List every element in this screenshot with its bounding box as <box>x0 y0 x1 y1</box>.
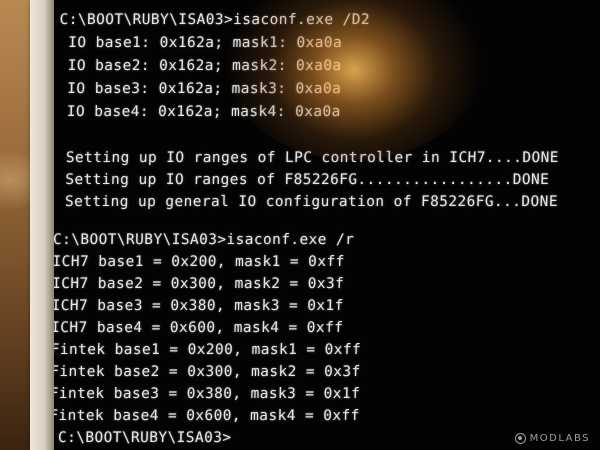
watermark-logo-icon <box>514 433 526 444</box>
command-line: C:\BOOT\RUBY\ISA03>isaconf.exe /D2 <box>59 12 371 28</box>
dos-terminal[interactable]: C:\BOOT\RUBY\ISA03>isaconf.exe /D2 IO ba… <box>54 0 600 450</box>
output-line: IO base2: 0x162a; mask2: 0xa0a <box>58 58 342 74</box>
output-line: IO base1: 0x162a; mask1: 0xa0a <box>58 35 343 51</box>
output-line: ICH7 base1 = 0x200, mask1 = 0xff <box>54 254 345 270</box>
command-line: C:\BOOT\RUBY\ISA03>isaconf.exe /r <box>54 232 355 248</box>
output-line: Fintek base3 = 0x380, mask3 = 0x1f <box>54 386 361 402</box>
output-line: Fintek base1 = 0x200, mask1 = 0xff <box>54 342 362 358</box>
output-line: Setting up general IO configuration of F… <box>55 194 559 210</box>
monitor-bezel <box>30 0 54 450</box>
command-prompt[interactable]: C:\BOOT\RUBY\ISA03> <box>54 428 232 448</box>
output-line: Fintek base4 = 0x600, mask4 = 0xff <box>54 408 360 424</box>
output-line: Setting up IO ranges of F85226FG........… <box>56 172 550 188</box>
output-line: Fintek base2 = 0x300, mask2 = 0x3f <box>54 364 361 380</box>
monitor-screen: C:\BOOT\RUBY\ISA03>isaconf.exe /D2 IO ba… <box>54 0 600 450</box>
output-line: ICH7 base3 = 0x380, mask3 = 0x1f <box>54 298 344 314</box>
photo-frame: C:\BOOT\RUBY\ISA03>isaconf.exe /D2 IO ba… <box>0 0 600 450</box>
output-line: ICH7 base2 = 0x300, mask2 = 0x3f <box>54 276 345 292</box>
output-line: Setting up IO ranges of LPC controller i… <box>56 150 559 166</box>
output-line: IO base3: 0x162a; mask3: 0xa0a <box>57 81 342 97</box>
output-line: IO base4: 0x162a; mask4: 0xa0a <box>57 104 341 120</box>
watermark-text: MODLABS <box>529 433 590 444</box>
output-line: ICH7 base4 = 0x600, mask4 = 0xff <box>54 320 344 336</box>
watermark: MODLABS <box>514 433 590 444</box>
